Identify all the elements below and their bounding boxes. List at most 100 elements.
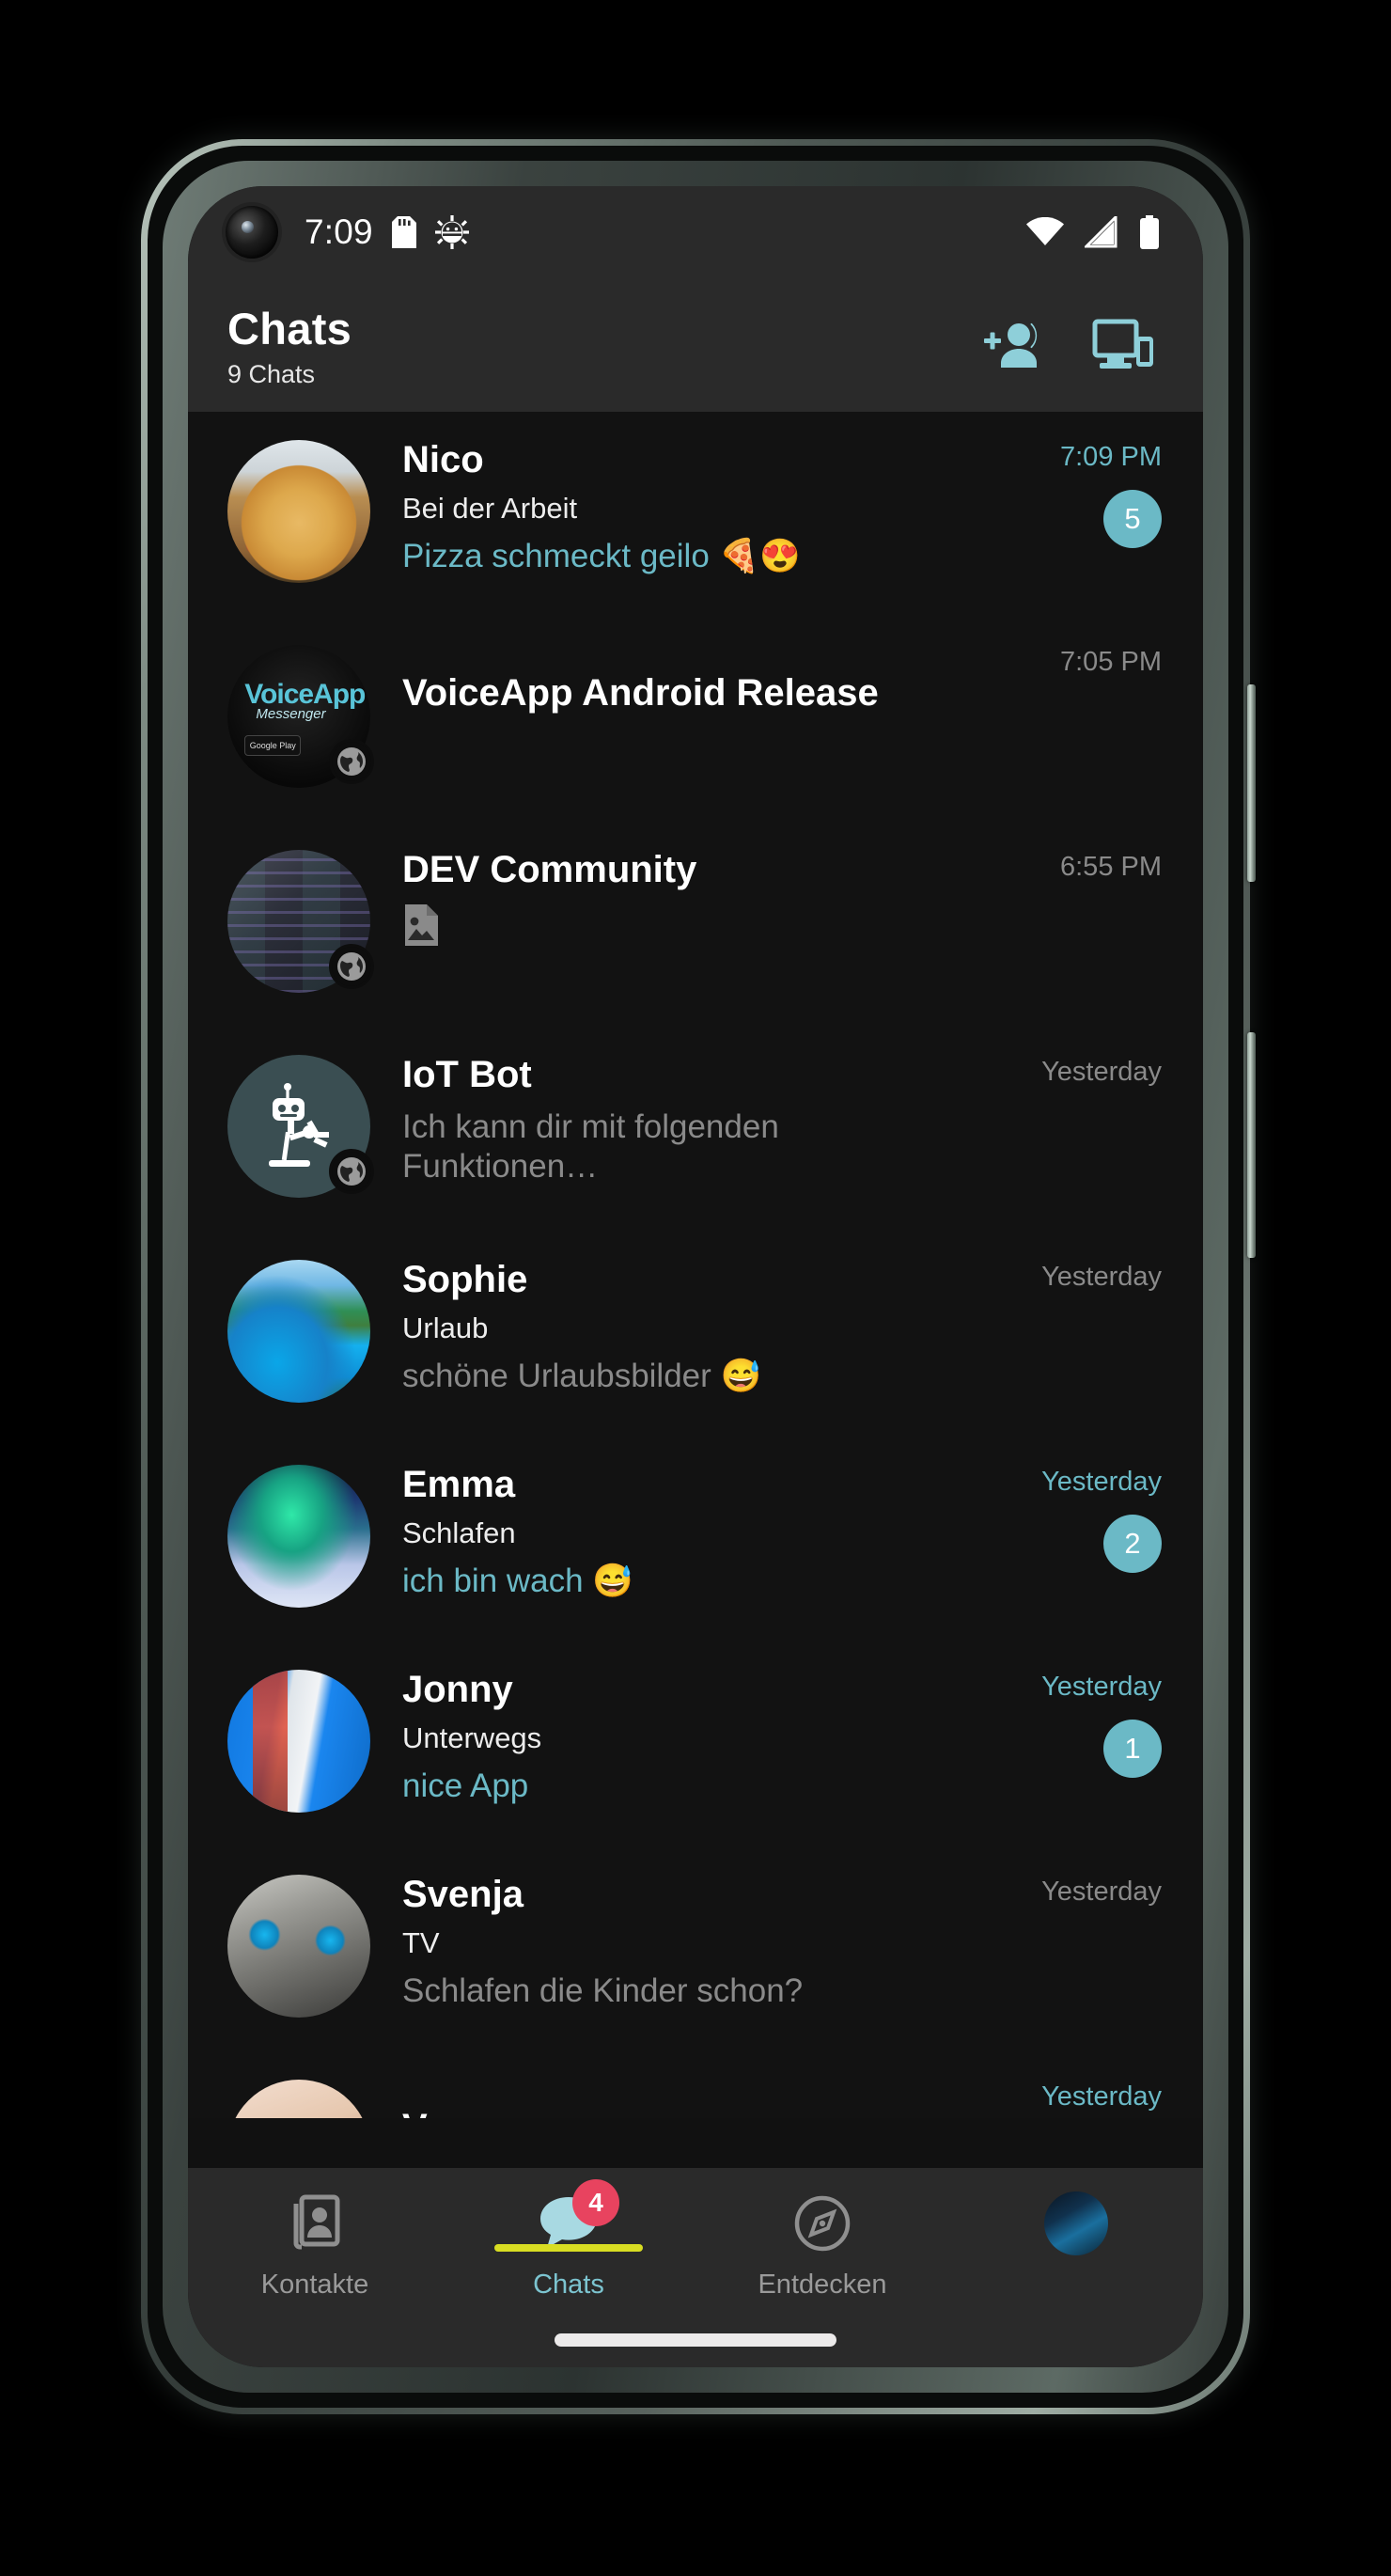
chat-timestamp: Yesterday	[1041, 1262, 1162, 1293]
chat-timestamp: Yesterday	[1041, 1877, 1162, 1908]
chat-list-item[interactable]: IoT BotIch kann dir mit folgenden Funkti…	[188, 1027, 1203, 1232]
chat-list-item[interactable]: VannyYesterday	[188, 2051, 1203, 2118]
phone-bezel: 7:09	[163, 161, 1228, 2393]
avatar[interactable]	[227, 1875, 370, 2018]
avatar-image	[227, 440, 370, 583]
chat-list-item[interactable]: Sophie Urlaub schöne Urlaubsbilder 😅 Yester…	[188, 1232, 1203, 1437]
chat-list-item[interactable]: NicoBei der ArbeitPizza schmeckt geilo 🍕…	[188, 412, 1203, 617]
contacts-icon[interactable]	[279, 2191, 351, 2256]
avatar-image	[227, 1260, 370, 1403]
chat-timestamp: Yesterday	[1041, 1057, 1162, 1088]
avatar-image	[227, 1465, 370, 1608]
volume-button[interactable]	[1247, 684, 1256, 882]
nav-tab-label: Entdecken	[758, 2270, 886, 2301]
status-clock: 7:09	[305, 212, 373, 252]
linked-devices-icon[interactable]	[1092, 318, 1156, 374]
status-bar-left: 7:09	[305, 212, 469, 252]
chat-preview-text: Ich kann dir mit folgenden Funktionen…	[402, 1107, 964, 1186]
chat-preview-text	[402, 903, 964, 957]
nav-tab-kontakte[interactable]: Kontakte	[188, 2191, 442, 2301]
chat-item-meta: Yesterday1	[964, 1662, 1162, 1778]
nav-tab-profile[interactable]	[949, 2191, 1203, 2256]
nav-tab-entdecken[interactable]: Entdecken	[696, 2191, 949, 2301]
chat-list[interactable]: NicoBei der ArbeitPizza schmeckt geilo 🍕…	[188, 412, 1203, 2118]
avatar-image	[227, 1670, 370, 1813]
screenshot-stage: 7:09	[0, 0, 1391, 2576]
globe-icon	[329, 944, 374, 989]
chat-item-content: VoiceApp Android Release	[370, 637, 964, 715]
profile-avatar[interactable]	[1040, 2191, 1112, 2256]
chat-item-meta: 7:09 PM 5	[964, 432, 1162, 548]
chat-item-meta: Yesterday	[964, 2072, 1162, 2113]
avatar[interactable]	[227, 1465, 370, 1608]
chat-list-item[interactable]: SvenjaTVSchlafen die Kinder schon?Yester…	[188, 1846, 1203, 2051]
unread-count-badge: 5	[1103, 490, 1162, 548]
preview-label: Pizza schmeckt geilo 🍕😍	[402, 537, 801, 576]
image-attachment-icon	[402, 903, 440, 957]
chat-item-meta: Yesterday	[964, 1867, 1162, 1908]
avatar-image	[227, 2080, 370, 2118]
compass-icon[interactable]	[787, 2191, 858, 2256]
profile-avatar-image[interactable]	[1044, 2191, 1108, 2255]
chat-timestamp: 7:05 PM	[1060, 647, 1162, 678]
chat-preview-text: schöne Urlaubsbilder 😅	[402, 1357, 964, 1396]
cellular-signal-icon	[1085, 216, 1118, 248]
spacer	[402, 643, 964, 671]
chat-item-content: Emma Schlafen ich bin wach 😅	[370, 1457, 964, 1601]
home-indicator[interactable]	[555, 2333, 836, 2347]
avatar[interactable]	[227, 2080, 370, 2118]
avatar[interactable]	[227, 1260, 370, 1403]
chat-item-content: NicoBei der ArbeitPizza schmeckt geilo 🍕…	[370, 432, 964, 576]
phone-inner-ring: 7:09	[148, 146, 1243, 2408]
nav-tab-chats[interactable]: 4Chats	[442, 2191, 696, 2301]
chat-status-text: Unterwegs	[402, 1720, 964, 1755]
active-tab-indicator	[494, 2244, 643, 2252]
sd-card-icon	[392, 216, 416, 248]
chat-name: Svenja	[402, 1873, 964, 1916]
chat-item-meta: 6:55 PM	[964, 842, 1162, 883]
chat-item-content: IoT BotIch kann dir mit folgenden Funkti…	[370, 1047, 964, 1186]
header-actions	[983, 318, 1162, 374]
unread-count-badge: 1	[1103, 1720, 1162, 1778]
chat-name: Emma	[402, 1463, 964, 1506]
chat-item-meta: Yesterday	[964, 1047, 1162, 1088]
chat-list-item[interactable]: Jonny Unterwegs nice AppYesterday1	[188, 1641, 1203, 1846]
chat-name: DEV Community	[402, 848, 964, 891]
chat-item-content: Jonny Unterwegs nice App	[370, 1662, 964, 1806]
chat-name: Jonny	[402, 1668, 964, 1711]
status-bar-right	[1026, 215, 1160, 249]
nav-tab-label: Chats	[533, 2270, 604, 2301]
chat-timestamp: Yesterday	[1041, 1467, 1162, 1498]
add-contact-icon[interactable]	[983, 319, 1045, 373]
unread-count-badge: 2	[1103, 1515, 1162, 1573]
avatar[interactable]	[227, 850, 370, 993]
chat-item-content: DEV Community	[370, 842, 964, 957]
chat-item-meta: 7:05 PM	[964, 637, 1162, 678]
globe-icon	[329, 739, 374, 784]
chat-item-content: Sophie Urlaub schöne Urlaubsbilder 😅	[370, 1252, 964, 1396]
nav-unread-badge: 4	[572, 2179, 619, 2226]
page-title: Chats	[227, 303, 352, 354]
avatar[interactable]	[227, 1055, 370, 1198]
chat-status-text: Schlafen	[402, 1516, 964, 1550]
chat-list-item[interactable]: Emma Schlafen ich bin wach 😅 Yesterday 2	[188, 1437, 1203, 1641]
avatar[interactable]: VoiceAppMessengerGoogle Play	[227, 645, 370, 788]
preview-label: Schlafen die Kinder schon?	[402, 1971, 803, 2011]
app-header: Chats 9 Chats	[188, 278, 1203, 412]
chat-timestamp: 7:09 PM	[1060, 442, 1162, 473]
chat-name: Sophie	[402, 1258, 964, 1301]
power-button[interactable]	[1247, 1032, 1256, 1258]
globe-icon	[329, 1149, 374, 1194]
spacer	[402, 2078, 964, 2106]
avatar[interactable]	[227, 440, 370, 583]
chat-preview-text: Pizza schmeckt geilo 🍕😍	[402, 537, 964, 576]
avatar[interactable]	[227, 1670, 370, 1813]
chat-list-item[interactable]: DEV Community6:55 PM	[188, 822, 1203, 1027]
chat-timestamp: Yesterday	[1041, 2081, 1162, 2113]
android-debug-icon	[435, 215, 469, 249]
chat-list-item[interactable]: VoiceAppMessengerGoogle PlayVoiceApp And…	[188, 617, 1203, 822]
chat-preview-text: ich bin wach 😅	[402, 1562, 964, 1601]
chat-preview-text: nice App	[402, 1767, 964, 1806]
chat-count-label: 9 Chats	[227, 360, 352, 389]
chat-status-text: Urlaub	[402, 1311, 964, 1345]
